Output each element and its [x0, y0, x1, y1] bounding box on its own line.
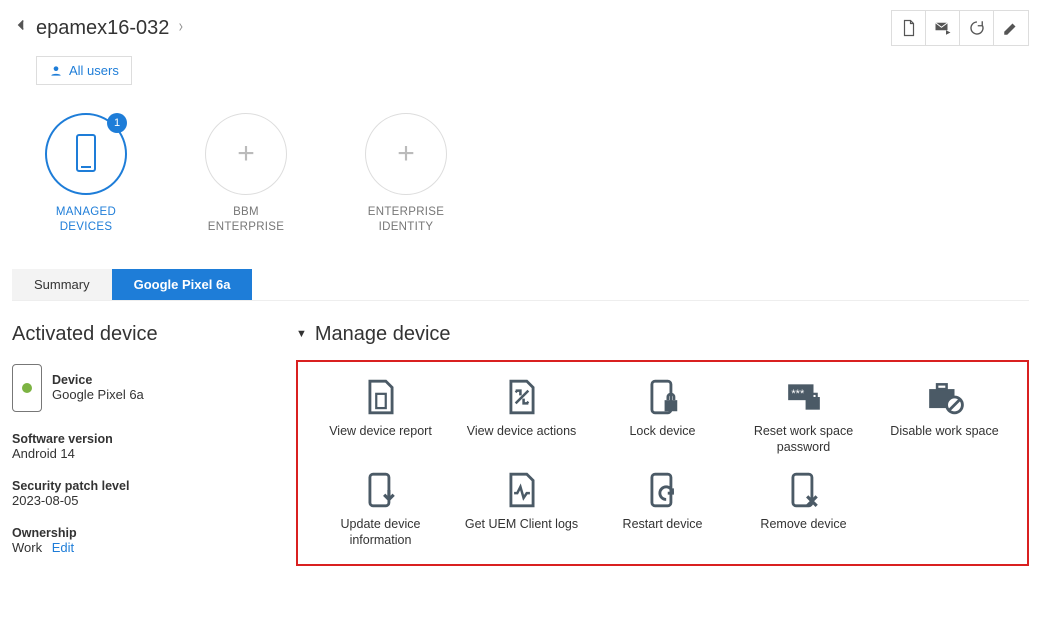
action-disable-workspace[interactable]: Disable work space [874, 372, 1015, 461]
device-icon [73, 133, 99, 176]
document-arrows-icon [503, 378, 541, 416]
page-header: epamex16-032 [0, 0, 1041, 50]
device-label: Device [52, 373, 144, 387]
patch-label: Security patch level [12, 479, 272, 493]
send-mail-button[interactable] [926, 11, 960, 45]
device-count-badge: 1 [107, 113, 127, 133]
managed-devices-circle: 1 [45, 113, 127, 195]
manage-title: Manage device [315, 323, 451, 346]
ownership-value: Work Edit [12, 540, 272, 555]
edit-button[interactable] [994, 11, 1028, 45]
bbm-circle: + [205, 113, 287, 195]
action-get-uem-logs[interactable]: Get UEM Client logs [451, 465, 592, 554]
collapse-triangle-icon: ▼ [296, 328, 307, 340]
action-restart-device[interactable]: Restart device [592, 465, 733, 554]
device-download-icon [362, 471, 400, 509]
manage-device-header[interactable]: ▼ Manage device [296, 323, 1029, 346]
software-value: Android 14 [12, 446, 272, 461]
refresh-button[interactable] [960, 11, 994, 45]
category-bbm-enterprise[interactable]: + BBM ENTERPRISE [196, 113, 296, 235]
tab-summary[interactable]: Summary [12, 269, 112, 300]
action-remove-device[interactable]: Remove device [733, 465, 874, 554]
phone-outline-icon [12, 364, 42, 412]
activated-title: Activated device [12, 323, 272, 346]
identity-circle: + [365, 113, 447, 195]
header-toolbar [891, 10, 1029, 46]
manage-actions-box: View device report View device actions L… [296, 360, 1029, 567]
person-icon [49, 64, 63, 78]
category-row: 1 MANAGED DEVICES + BBM ENTERPRISE + ENT… [0, 85, 1041, 255]
content-area: Activated device Device Google Pixel 6a … [0, 301, 1041, 589]
device-restart-icon [644, 471, 682, 509]
device-value: Google Pixel 6a [52, 387, 144, 402]
action-view-device-actions[interactable]: View device actions [451, 372, 592, 461]
category-enterprise-identity[interactable]: + ENTERPRISE IDENTITY [356, 113, 456, 235]
breadcrumb-title: epamex16-032 [36, 17, 169, 40]
category-label: MANAGED DEVICES [36, 205, 136, 235]
category-managed-devices[interactable]: 1 MANAGED DEVICES [36, 113, 136, 235]
patch-value: 2023-08-05 [12, 493, 272, 508]
device-lock-icon [644, 378, 682, 416]
back-chevron-icon[interactable] [12, 16, 30, 40]
category-label: BBM ENTERPRISE [196, 205, 296, 235]
android-icon [21, 382, 33, 394]
tab-bar: Summary Google Pixel 6a [12, 269, 1029, 301]
document-pulse-icon [503, 471, 541, 509]
password-reset-icon: *** [785, 378, 823, 416]
device-summary-row: Device Google Pixel 6a [12, 364, 272, 412]
action-reset-workspace-password[interactable]: *** Reset work space password [733, 372, 874, 461]
tab-device[interactable]: Google Pixel 6a [112, 269, 253, 300]
activated-device-panel: Activated device Device Google Pixel 6a … [12, 323, 272, 573]
category-label: ENTERPRISE IDENTITY [356, 205, 456, 235]
svg-text:***: *** [791, 388, 805, 400]
action-update-device-info[interactable]: Update device information [310, 465, 451, 554]
software-label: Software version [12, 432, 272, 446]
action-lock-device[interactable]: Lock device [592, 372, 733, 461]
ownership-label: Ownership [12, 526, 272, 540]
new-document-button[interactable] [892, 11, 926, 45]
ownership-edit-link[interactable]: Edit [52, 540, 74, 555]
action-view-device-report[interactable]: View device report [310, 372, 451, 461]
briefcase-disable-icon [926, 378, 964, 416]
plus-icon: + [397, 137, 415, 171]
device-remove-icon [785, 471, 823, 509]
manage-device-panel: ▼ Manage device View device report View … [296, 323, 1029, 567]
document-device-icon [362, 378, 400, 416]
plus-icon: + [237, 137, 255, 171]
breadcrumb[interactable]: epamex16-032 [12, 16, 189, 40]
all-users-button[interactable]: All users [36, 56, 132, 85]
breadcrumb-chevron-icon [175, 17, 189, 40]
all-users-label: All users [69, 63, 119, 78]
